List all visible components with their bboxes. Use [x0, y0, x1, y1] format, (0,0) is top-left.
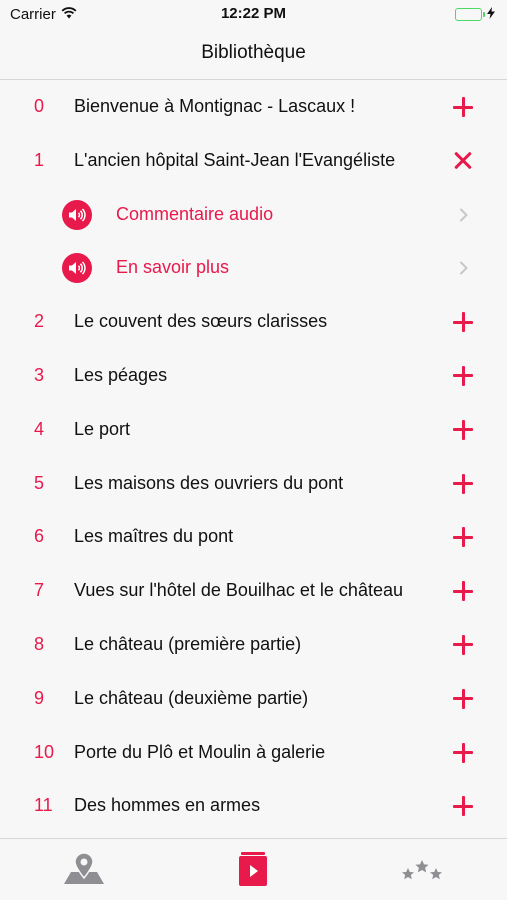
tab-library[interactable] [228, 851, 278, 891]
speaker-icon [62, 253, 92, 284]
expand-plus-icon[interactable] [453, 581, 473, 602]
navigation-bar: Bibliothèque [0, 28, 507, 80]
list-item[interactable]: 1 L'ancien hôpital Saint-Jean l'Evangéli… [0, 134, 507, 188]
expand-plus-icon[interactable] [453, 312, 473, 333]
expand-plus-icon[interactable] [453, 97, 473, 117]
stop-title: L'ancien hôpital Saint-Jean l'Evangélist… [74, 149, 396, 170]
stop-title: Bienvenue à Montignac - Lascaux ! [74, 96, 356, 116]
page-title: Bibliothèque [201, 42, 306, 63]
expand-plus-icon[interactable] [453, 688, 473, 709]
stop-title: Porte du Plô et Moulin à galerie [74, 741, 326, 762]
charging-bolt-icon [487, 7, 495, 22]
status-bar: Carrier 12:22 PM [0, 0, 507, 28]
sub-item-label: En savoir plus [116, 257, 230, 278]
list-item[interactable]: 10 Porte du Plô et Moulin à galerie [0, 726, 507, 780]
map-pin-icon [62, 851, 106, 891]
tab-favorites[interactable] [397, 853, 447, 889]
list-item[interactable]: 7 Vues sur l'hôtel de Bouilhac et le châ… [0, 564, 507, 618]
stars-icon [400, 857, 444, 886]
stop-number: 3 [34, 364, 45, 385]
list-item[interactable]: 8 Le château (première partie) [0, 618, 507, 672]
stop-title: Les péages [74, 364, 168, 385]
expand-plus-icon[interactable] [453, 527, 473, 548]
status-time: 12:22 PM [220, 5, 287, 22]
play-book-icon [238, 851, 268, 891]
stop-number: 8 [34, 633, 45, 654]
stop-title: Le château (deuxième partie) [74, 687, 309, 708]
stop-title: Les maîtres du pont [74, 526, 234, 547]
expand-plus-icon[interactable] [453, 473, 473, 494]
sub-item-audio-commentary[interactable]: Commentaire audio [0, 188, 507, 242]
list-item[interactable]: 9 Le château (deuxième partie) [0, 672, 507, 726]
speaker-icon [62, 199, 92, 230]
stop-number: 11 [34, 795, 53, 816]
stop-title: Le château (première partie) [74, 633, 302, 654]
stop-number: 4 [34, 418, 45, 439]
sub-item-label: Commentaire audio [116, 203, 274, 224]
list-item[interactable]: 6 Les maîtres du pont [0, 510, 507, 564]
stop-number: 7 [34, 580, 45, 601]
stop-number: 10 [34, 741, 55, 762]
stop-number: 6 [34, 526, 45, 547]
expand-plus-icon[interactable] [453, 365, 473, 386]
expand-plus-icon[interactable] [453, 742, 473, 763]
list-item[interactable]: 2 Le couvent des sœurs clarisses [0, 295, 507, 349]
tab-bar [0, 838, 507, 900]
tab-map[interactable] [59, 851, 109, 891]
stop-number: 5 [34, 472, 45, 493]
stop-title: Vues sur l'hôtel de Bouilhac et le châte… [74, 580, 403, 601]
chevron-right-icon [459, 208, 469, 222]
list-item[interactable]: 11 Des hommes en armes [0, 779, 507, 833]
stop-title: Le couvent des sœurs clarisses [74, 311, 328, 332]
expand-plus-icon[interactable] [453, 634, 473, 655]
collapse-close-icon[interactable] [455, 153, 471, 169]
list-item[interactable]: 0 Bienvenue à Montignac - Lascaux ! [0, 80, 507, 134]
sub-item-learn-more[interactable]: En savoir plus [0, 241, 507, 295]
stop-title: Les maisons des ouvriers du pont [74, 472, 344, 493]
list-item[interactable]: 4 Le port [0, 403, 507, 457]
expand-plus-icon[interactable] [453, 796, 473, 817]
expand-plus-icon[interactable] [453, 419, 473, 440]
list-item[interactable]: 5 Les maisons des ouvriers du pont [0, 457, 507, 511]
stop-title: Le port [74, 418, 131, 439]
stop-number: 2 [34, 311, 45, 332]
battery-icon [455, 7, 495, 22]
stop-number: 1 [34, 149, 45, 170]
stop-number: 0 [34, 96, 45, 116]
chevron-right-icon [459, 261, 469, 275]
tour-stop-list[interactable]: 0 Bienvenue à Montignac - Lascaux ! 1 L'… [0, 80, 507, 838]
stop-title: Des hommes en armes [74, 795, 261, 816]
list-item[interactable]: 3 Les péages [0, 349, 507, 403]
stop-number: 9 [34, 687, 45, 708]
